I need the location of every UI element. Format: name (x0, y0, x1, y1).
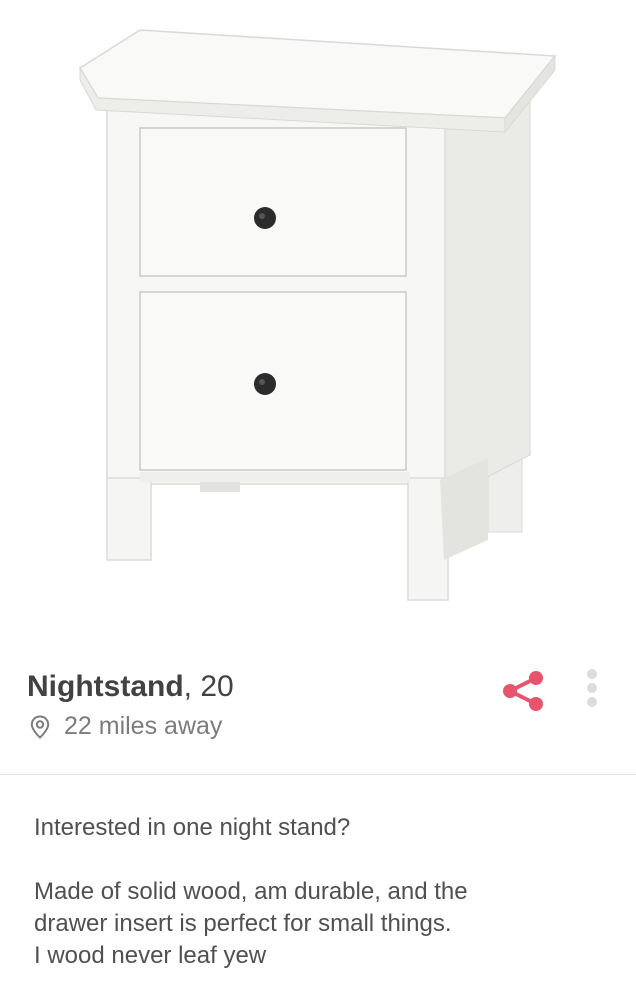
drawer-knob-top (254, 207, 276, 229)
more-options-button[interactable] (580, 666, 604, 716)
bio-line: Made of solid wood, am durable, and the (34, 878, 468, 905)
distance-text: 22 miles away (64, 712, 223, 740)
bio-line: drawer insert is perfect for small thing… (34, 910, 452, 937)
share-button[interactable] (498, 666, 548, 716)
drawer-knob-bottom (254, 373, 276, 395)
profile-age: , 20 (183, 670, 234, 703)
location-pin-icon (30, 714, 50, 739)
bio-line: I wood never leaf yew (34, 942, 267, 969)
bio-line: Interested in one night stand? (34, 814, 351, 841)
profile-name-age: Nightstand, 20 (27, 670, 234, 704)
share-icon (503, 671, 543, 711)
profile-name: Nightstand (27, 670, 184, 703)
distance-info: 22 miles away (30, 712, 222, 741)
more-vertical-icon (587, 669, 597, 707)
profile-bio: Interested in one night stand? Made of s… (34, 812, 614, 972)
profile-photo[interactable] (0, 0, 636, 640)
profile-header: Nightstand, 20 22 miles away (0, 640, 636, 775)
section-divider (0, 774, 636, 775)
nightstand-illustration (78, 29, 557, 601)
bio-spacer (34, 844, 614, 876)
